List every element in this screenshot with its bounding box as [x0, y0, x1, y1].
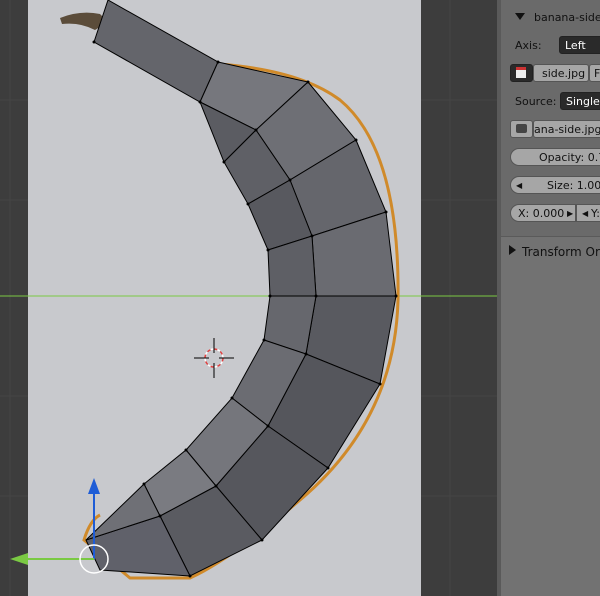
offset-y-field[interactable]: ◀ Y:: [576, 204, 600, 222]
section-separator: [501, 236, 600, 237]
size-field[interactable]: ◀ Size: 1.00: [510, 176, 600, 194]
image-header-label[interactable]: banana-side.j: [534, 11, 600, 24]
source-dropdown[interactable]: Single I: [560, 92, 600, 110]
axis-dropdown[interactable]: Left: [559, 36, 600, 54]
offset-y-text: Y:: [591, 207, 600, 220]
offset-x-text: X: 0.000: [518, 207, 565, 220]
image-file-icon: [516, 67, 526, 78]
offset-x-field[interactable]: X: 0.000 ▶: [510, 204, 576, 222]
transform-orientation-header[interactable]: Transform Orie: [522, 245, 600, 259]
image-file-name: side.jpg: [542, 67, 586, 80]
image-file-fake-user-button[interactable]: F: [589, 64, 600, 82]
axis-label: Axis:: [515, 39, 542, 52]
image-file-extra: F: [594, 67, 600, 80]
axis-value: Left: [565, 39, 586, 52]
clip-file-field[interactable]: ana-side.jpg: [533, 120, 600, 138]
clip-file-name: ana-side.jpg: [534, 123, 600, 136]
image-browse-button[interactable]: [510, 64, 533, 82]
image-file-field[interactable]: side.jpg: [533, 64, 589, 82]
triangle-down-icon[interactable]: [515, 13, 525, 20]
source-value: Single I: [566, 95, 600, 108]
source-label: Source:: [515, 95, 557, 108]
opacity-slider[interactable]: Opacity: 0.7: [510, 148, 600, 166]
movie-clip-icon: [516, 124, 527, 133]
3d-viewport[interactable]: [0, 0, 497, 596]
properties-panel: banana-side.j Axis: Left side.jpg F Sour…: [497, 0, 600, 596]
decrement-arrow-icon[interactable]: ◀: [516, 181, 522, 190]
opacity-text: Opacity: 0.7: [539, 151, 600, 164]
viewport-canvas[interactable]: [0, 0, 497, 596]
increment-arrow-icon[interactable]: ▶: [567, 209, 573, 218]
triangle-right-icon[interactable]: [509, 245, 516, 255]
clip-browse-button[interactable]: [510, 120, 533, 138]
size-text: Size: 1.00: [547, 179, 600, 192]
decrement-arrow-icon[interactable]: ◀: [582, 209, 588, 218]
